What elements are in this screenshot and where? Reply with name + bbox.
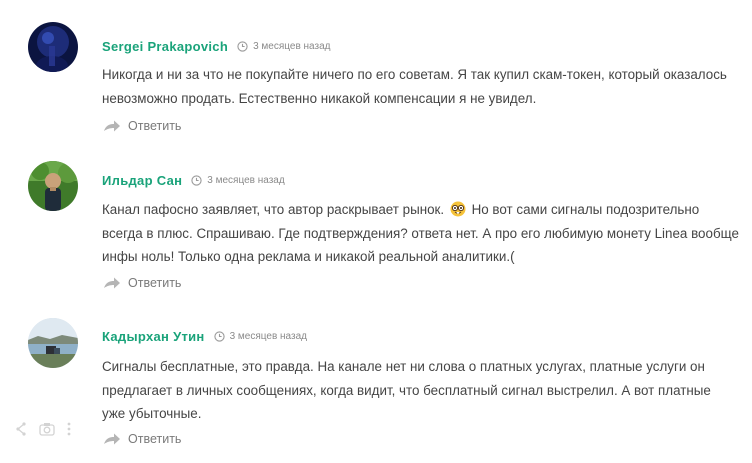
nerd-face-emoji-icon — [450, 201, 466, 217]
comment-text-line: Канал пафосно заявляет, что автор раскры… — [102, 198, 742, 222]
more-vertical-icon[interactable] — [66, 422, 72, 436]
comment-header: Ильдар Сан 3 месяцев назад — [102, 170, 285, 190]
clock-icon — [191, 174, 202, 186]
reply-button[interactable]: Ответить — [103, 119, 181, 133]
comment-text-line: всегда в плюс. Спрашиваю. Где подтвержде… — [102, 225, 739, 241]
comment-author[interactable]: Ильдар Сан — [102, 173, 182, 188]
avatar[interactable] — [28, 318, 78, 368]
comment-author[interactable]: Sergei Prakapovich — [102, 39, 228, 54]
reply-arrow-icon — [103, 119, 121, 133]
camera-icon[interactable] — [39, 422, 55, 436]
avatar[interactable] — [28, 161, 78, 211]
avatar[interactable] — [28, 22, 78, 72]
comments-list: Sergei Prakapovich 3 месяцев назад Никог… — [0, 0, 752, 463]
comment-header: Кадырхан Утин 3 месяцев назад — [102, 326, 307, 346]
clock-icon — [213, 330, 225, 342]
comment-time[interactable]: 3 месяцев назад — [253, 41, 330, 52]
comment-text-line: уже убыточные. — [102, 406, 202, 421]
comment-text-segment: Канал пафосно заявляет, что автор раскры… — [102, 202, 445, 217]
comment-text-line: инфы ноль! Только одна реклама и никакой… — [102, 249, 515, 264]
comment-text-line: предлагает в личных сообщениях, когда ви… — [102, 382, 711, 398]
comment-text-segment: Но вот сами сигналы подозрительно — [471, 202, 700, 217]
comment-time[interactable]: 3 месяцев назад — [207, 175, 284, 186]
share-icon[interactable] — [14, 422, 28, 436]
reply-label: Ответить — [128, 432, 182, 446]
comment-text-line: невозможно продать. Естественно никакой … — [102, 90, 537, 106]
comment-text: Канал пафосно заявляет, что автор раскры… — [102, 198, 742, 269]
clock-icon — [237, 40, 248, 52]
comment-time[interactable]: 3 месяцев назад — [230, 331, 307, 342]
reply-label: Ответить — [128, 119, 182, 133]
reply-label: Ответить — [128, 276, 182, 290]
comment-meta: 3 месяцев назад — [237, 40, 331, 52]
reply-button[interactable]: Ответить — [103, 276, 181, 290]
reply-arrow-icon — [103, 276, 121, 290]
comment-header: Sergei Prakapovich 3 месяцев назад — [102, 36, 331, 56]
comment-text-line: Никогда и ни за что не покупайте ничего … — [102, 67, 727, 82]
comment-meta: 3 месяцев назад — [213, 330, 307, 342]
comment-text-line: Сигналы бесплатные, это правда. На канал… — [102, 359, 705, 374]
floating-toolbar — [0, 414, 106, 444]
comment-text: Сигналы бесплатные, это правда. На канал… — [102, 355, 742, 426]
reply-button[interactable]: Ответить — [103, 432, 181, 446]
comment-author[interactable]: Кадырхан Утин — [102, 329, 205, 344]
comment-text: Никогда и ни за что не покупайте ничего … — [102, 63, 742, 110]
comment-meta: 3 месяцев назад — [191, 174, 285, 186]
